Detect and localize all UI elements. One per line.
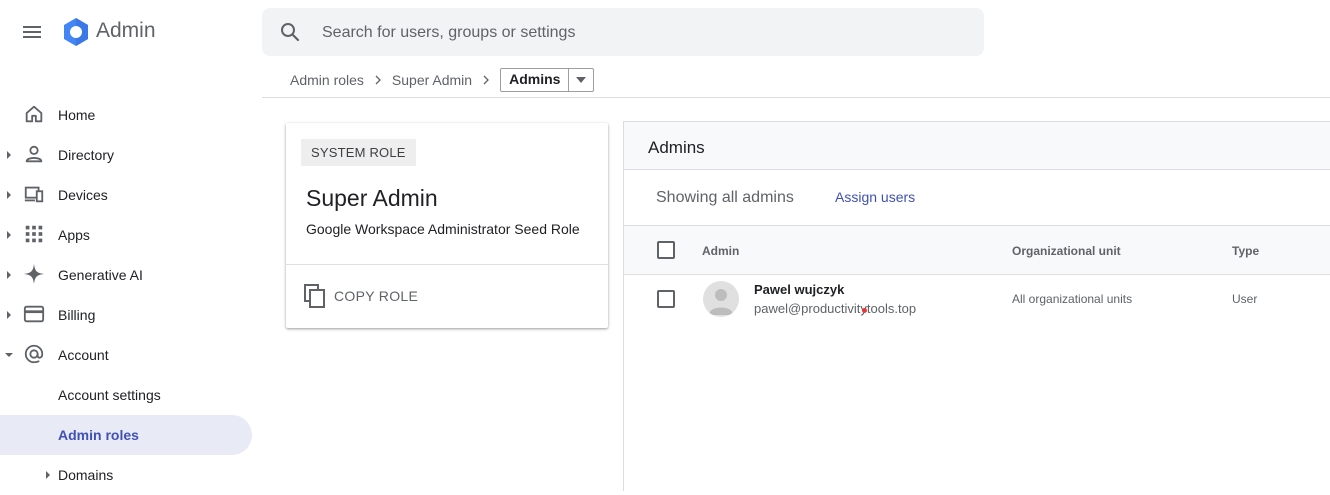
breadcrumb-dropdown-button[interactable]: [568, 69, 593, 91]
credit-card-icon: [23, 305, 45, 323]
select-all-checkbox[interactable]: [657, 241, 675, 259]
showing-all-admins-filter[interactable]: Showing all admins: [656, 189, 794, 207]
avatar: [703, 281, 739, 317]
search-bar[interactable]: [262, 8, 984, 56]
role-title: Super Admin: [306, 185, 438, 211]
table-row[interactable]: Pawel wujczyk pawel@productivitytools.to…: [624, 274, 1330, 326]
sidebar-item-label: Apps: [58, 227, 90, 243]
sidebar-item-label: Account settings: [58, 387, 161, 403]
person-icon: [25, 145, 43, 163]
dropdown-arrow-icon: [576, 77, 587, 83]
menu-icon: [23, 26, 41, 38]
admin-org-unit: All organizational units: [1012, 292, 1133, 306]
admins-panel: Admins Showing all admins Assign users A…: [623, 121, 1330, 491]
apps-grid-icon: [25, 225, 43, 243]
caret-right-icon[interactable]: [5, 311, 13, 319]
copy-role-label: COPY ROLE: [334, 288, 419, 304]
sidebar-item-label: Devices: [58, 187, 108, 203]
chevron-right-icon: [375, 75, 381, 85]
admin-name[interactable]: Pawel wujczyk: [754, 282, 844, 297]
column-header-admin[interactable]: Admin: [702, 244, 739, 258]
card-divider: [286, 264, 608, 265]
header-divider: [262, 97, 1330, 98]
sidebar-item-label: Domains: [58, 467, 114, 483]
caret-right-icon[interactable]: [5, 151, 13, 159]
admin-email: pawel@productivitytools.top: [754, 301, 917, 316]
breadcrumb: Admin roles Super Admin Admins: [290, 68, 595, 92]
caret-right-icon[interactable]: [5, 271, 13, 279]
chevron-right-icon: [483, 75, 490, 85]
caret-down-icon[interactable]: [5, 351, 13, 359]
sparkle-icon: [23, 263, 45, 285]
column-header-type[interactable]: Type: [1232, 244, 1259, 258]
sidebar-item-label: Home: [58, 107, 96, 123]
sidebar-item-directory[interactable]: Directory: [0, 135, 252, 175]
search-icon[interactable]: [278, 20, 302, 44]
role-description: Google Workspace Administrator Seed Role: [306, 221, 580, 237]
at-sign-icon: [24, 344, 44, 364]
copy-role-button[interactable]: COPY ROLE: [304, 283, 418, 309]
admins-panel-title: Admins: [648, 138, 705, 157]
breadcrumb-current[interactable]: Admins: [501, 69, 568, 91]
sidebar-item-domains[interactable]: Domains: [0, 455, 252, 495]
role-card: SYSTEM ROLE Super Admin Google Workspace…: [286, 123, 608, 328]
caret-right-icon[interactable]: [44, 471, 52, 479]
caret-right-icon[interactable]: [5, 191, 13, 199]
assign-users-link[interactable]: Assign users: [835, 189, 915, 205]
row-checkbox[interactable]: [657, 290, 675, 308]
sidebar-item-label: Directory: [58, 147, 115, 163]
sidebar-item-label: Billing: [58, 307, 96, 323]
app-title[interactable]: Admin: [96, 19, 156, 43]
system-role-chip: SYSTEM ROLE: [301, 139, 416, 166]
breadcrumb-current-selector[interactable]: Admins: [500, 68, 595, 92]
sidebar-item-admin-roles[interactable]: Admin roles: [0, 415, 252, 455]
sidebar-item-label: Generative AI: [58, 267, 143, 283]
admins-table-header: Admin Organizational unit Type: [624, 225, 1330, 275]
admin-type: User: [1232, 292, 1258, 306]
sidebar-item-account[interactable]: Account: [0, 335, 252, 375]
admin-logo[interactable]: [60, 16, 92, 48]
admins-panel-header: Admins: [624, 122, 1330, 170]
sidebar-item-apps[interactable]: Apps: [0, 215, 252, 255]
sidebar-item-account-settings[interactable]: Account settings: [0, 375, 252, 415]
main-menu-button[interactable]: [20, 20, 44, 44]
mouse-cursor-dot: [862, 308, 867, 313]
sidebar-item-devices[interactable]: Devices: [0, 175, 252, 215]
home-icon: [25, 105, 43, 123]
breadcrumb-admin-roles[interactable]: Admin roles: [290, 72, 364, 88]
breadcrumb-super-admin[interactable]: Super Admin: [392, 72, 472, 88]
sidebar-item-label: Admin roles: [58, 427, 139, 443]
caret-right-icon[interactable]: [5, 231, 13, 239]
sidebar-item-home[interactable]: Home: [0, 95, 252, 135]
column-header-org-unit[interactable]: Organizational unit: [1012, 244, 1121, 258]
search-input[interactable]: [320, 18, 964, 48]
devices-icon: [24, 186, 44, 203]
sidebar-item-label: Account: [58, 347, 109, 363]
sidebar-item-generative-ai[interactable]: Generative AI: [0, 255, 252, 295]
copy-icon: [304, 284, 325, 308]
sidebar-item-billing[interactable]: Billing: [0, 295, 252, 335]
